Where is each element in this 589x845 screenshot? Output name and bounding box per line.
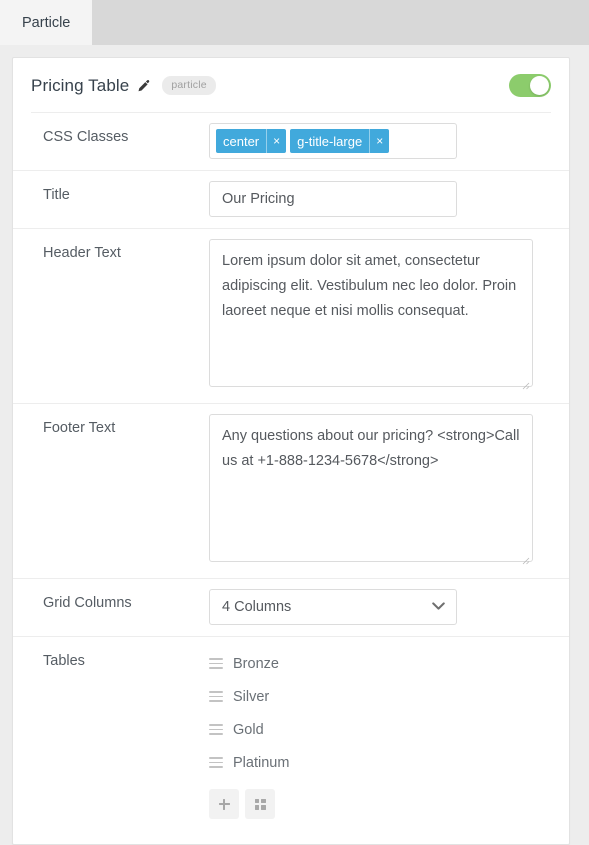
title-label: Title [43,187,70,203]
footer-text-label: Footer Text [43,420,116,436]
row-header-text: Header Text [13,229,569,404]
list-item[interactable]: Gold [209,713,551,746]
tables-label: Tables [43,653,85,669]
grid-columns-label: Grid Columns [43,595,132,611]
row-tables: Tables Bronze Silver Gold Platinum [13,637,569,844]
add-item-button[interactable] [209,789,239,819]
toggle-knob [530,76,549,95]
tag-g-title-large[interactable]: g-title-large × [290,129,390,153]
particle-settings-card: Pricing Table particle CSS Classes cente… [12,57,570,845]
tab-particle[interactable]: Particle [0,0,93,45]
row-grid-columns: Grid Columns 4 Columns [13,579,569,637]
list-item-label: Bronze [233,655,279,672]
tag-label: g-title-large [297,133,363,149]
header-text-label: Header Text [43,245,121,261]
drag-handle-icon[interactable] [209,724,223,735]
drag-handle-icon[interactable] [209,757,223,768]
footer-text-textarea[interactable] [209,414,533,562]
tab-particle-label: Particle [22,14,71,31]
drag-handle-icon[interactable] [209,691,223,702]
grid-columns-select[interactable]: 4 Columns [209,589,457,625]
css-classes-label: CSS Classes [43,129,129,145]
tag-remove-icon[interactable]: × [266,129,286,153]
tables-actions [209,789,551,819]
list-item-label: Platinum [233,754,290,771]
status-badge: particle [162,76,216,95]
list-item[interactable]: Silver [209,680,551,713]
list-item-label: Gold [233,721,264,738]
card-header: Pricing Table particle [13,58,569,113]
page-title: Pricing Table [31,75,130,95]
tag-center[interactable]: center × [216,129,287,153]
header-text-textarea[interactable] [209,239,533,387]
row-footer-text: Footer Text [13,404,569,579]
css-classes-input[interactable]: center × g-title-large × [209,123,457,159]
title-input[interactable] [209,181,457,217]
list-item[interactable]: Platinum [209,746,551,779]
drag-handle-icon[interactable] [209,658,223,669]
grid-columns-value: 4 Columns [222,599,292,615]
pencil-icon[interactable] [137,79,151,93]
tag-label: center [223,133,260,149]
grid-view-button[interactable] [245,789,275,819]
row-css-classes: CSS Classes center × g-title-large × [13,113,569,171]
list-item[interactable]: Bronze [209,647,551,680]
tag-remove-icon[interactable]: × [369,129,389,153]
enable-particle-toggle[interactable] [509,74,551,97]
row-title: Title [13,171,569,229]
list-item-label: Silver [233,688,270,705]
tab-strip: Particle [0,0,589,45]
